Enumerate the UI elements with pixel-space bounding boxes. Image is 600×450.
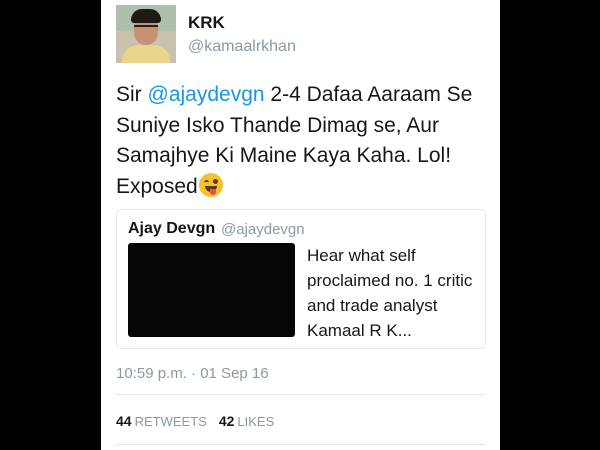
divider-bottom xyxy=(116,444,485,445)
author-handle[interactable]: @kamaalrkhan xyxy=(188,38,296,56)
winking-face-with-tongue-icon xyxy=(198,172,223,197)
quoted-tweet[interactable]: Ajay Devgn @ajaydevgn Hear what self pro… xyxy=(116,209,486,349)
tweet-text-prefix: Sir xyxy=(116,83,148,106)
tweet-stats: 44 RETWEETS 42 LIKES xyxy=(116,413,274,429)
author-name[interactable]: KRK xyxy=(188,13,225,33)
retweets-count: 44 xyxy=(116,413,132,429)
likes-count: 42 xyxy=(218,413,235,429)
divider xyxy=(116,394,485,395)
tweet-text: Sir @ajaydevgn 2-4 Dafaa Aaraam Se Suniy… xyxy=(116,80,491,202)
likes-stat[interactable]: 42 LIKES xyxy=(219,413,274,429)
tweet-card: KRK @kamaalrkhan Sir @ajaydevgn 2-4 Dafa… xyxy=(101,0,500,450)
avatar-hair xyxy=(131,9,161,23)
quoted-media-thumbnail[interactable] xyxy=(128,243,295,337)
quoted-author-handle: @ajaydevgn xyxy=(221,221,305,238)
retweets-label: RETWEETS xyxy=(134,414,207,429)
quoted-author-name: Ajay Devgn xyxy=(128,220,216,237)
screenshot-frame: KRK @kamaalrkhan Sir @ajaydevgn 2-4 Dafa… xyxy=(0,0,600,450)
tweet-timestamp[interactable]: 10:59 p.m. · 01 Sep 16 xyxy=(116,365,269,382)
avatar[interactable] xyxy=(116,5,176,63)
mention-link[interactable]: @ajaydevgn xyxy=(148,83,265,106)
avatar-shirt xyxy=(122,45,170,63)
quoted-tweet-text: Hear what self proclaimed no. 1 critic a… xyxy=(307,246,473,340)
retweets-stat[interactable]: 44 RETWEETS xyxy=(116,413,207,429)
avatar-glasses xyxy=(134,25,158,32)
likes-label: LIKES xyxy=(237,414,275,429)
